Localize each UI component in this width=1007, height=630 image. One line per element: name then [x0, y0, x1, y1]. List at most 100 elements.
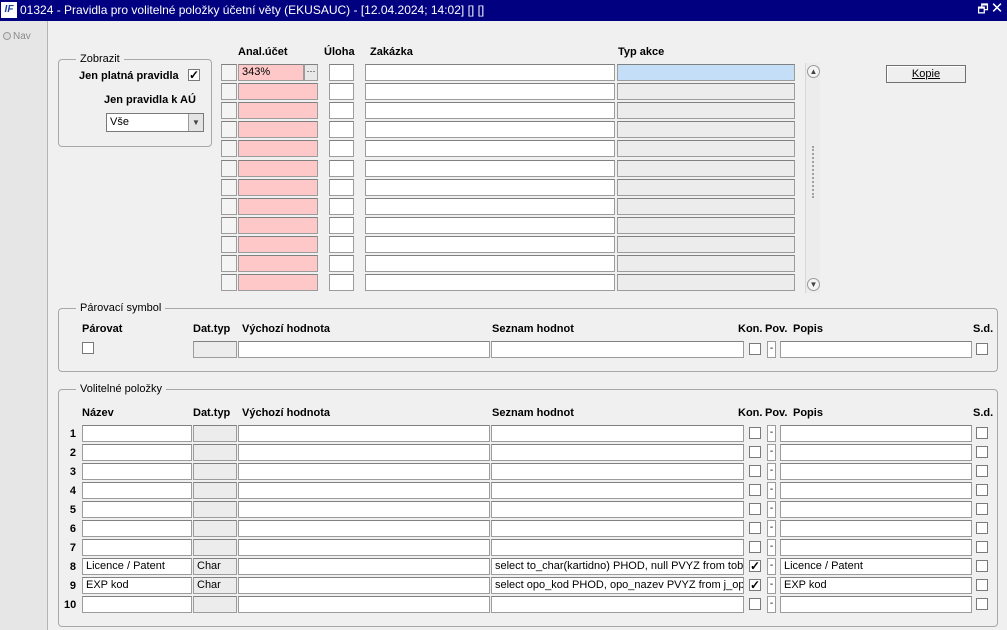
typ-akce-field[interactable]	[617, 179, 795, 196]
pov-field[interactable]: -	[767, 539, 776, 556]
record-indicator[interactable]	[221, 274, 237, 291]
pov-field[interactable]: -	[767, 482, 776, 499]
restore-window-icon[interactable]: 🗗	[977, 2, 989, 16]
sd-checkbox[interactable]	[976, 560, 988, 572]
seznam-hodnot-field[interactable]	[491, 501, 744, 518]
parovaci-popis-field[interactable]	[780, 341, 972, 358]
typ-akce-field[interactable]	[617, 198, 795, 215]
dat-typ-field[interactable]	[193, 501, 237, 518]
sd-checkbox[interactable]	[976, 522, 988, 534]
typ-akce-field[interactable]	[617, 255, 795, 272]
jen-platna-checkbox[interactable]: ✓	[188, 69, 200, 81]
kon-checkbox[interactable]	[749, 465, 761, 477]
popis-field[interactable]: Licence / Patent	[780, 558, 972, 575]
kon-checkbox[interactable]	[749, 427, 761, 439]
record-indicator[interactable]	[221, 179, 237, 196]
zakazka-field[interactable]	[365, 160, 615, 177]
nazev-field[interactable]	[82, 520, 192, 537]
record-indicator[interactable]	[221, 236, 237, 253]
typ-akce-field[interactable]	[617, 121, 795, 138]
anal-ucet-field[interactable]	[238, 83, 318, 100]
anal-ucet-field[interactable]	[238, 198, 318, 215]
seznam-hodnot-field[interactable]	[491, 444, 744, 461]
record-indicator[interactable]	[221, 198, 237, 215]
anal-ucet-field[interactable]	[238, 121, 318, 138]
parovaci-dat-typ-field[interactable]	[193, 341, 237, 358]
chevron-down-icon[interactable]: ▼	[188, 114, 203, 131]
zakazka-field[interactable]	[365, 236, 615, 253]
record-indicator[interactable]	[221, 160, 237, 177]
uloha-field[interactable]	[329, 217, 354, 234]
uloha-field[interactable]	[329, 64, 354, 81]
vychozi-hodnota-field[interactable]	[238, 596, 490, 613]
anal-ucet-field[interactable]	[238, 160, 318, 177]
nazev-field[interactable]: Licence / Patent	[82, 558, 192, 575]
parovaci-sd-checkbox[interactable]	[976, 343, 988, 355]
popis-field[interactable]: EXP kod	[780, 577, 972, 594]
zakazka-field[interactable]	[365, 179, 615, 196]
seznam-hodnot-field[interactable]: select opo_kod PHOD, opo_nazev PVYZ from…	[491, 577, 744, 594]
typ-akce-field[interactable]	[617, 140, 795, 157]
typ-akce-field[interactable]	[617, 160, 795, 177]
nav-button[interactable]: Nav	[3, 31, 31, 42]
close-window-icon[interactable]: ✕	[990, 1, 1004, 17]
kon-checkbox[interactable]	[749, 503, 761, 515]
sd-checkbox[interactable]	[976, 446, 988, 458]
parovaci-kon-checkbox[interactable]	[749, 343, 761, 355]
nazev-field[interactable]	[82, 482, 192, 499]
vychozi-hodnota-field[interactable]	[238, 482, 490, 499]
record-indicator[interactable]	[221, 217, 237, 234]
anal-ucet-field[interactable]	[238, 255, 318, 272]
uloha-field[interactable]	[329, 236, 354, 253]
parovat-checkbox[interactable]	[82, 342, 94, 354]
vychozi-hodnota-field[interactable]	[238, 425, 490, 442]
nazev-field[interactable]: EXP kod	[82, 577, 192, 594]
kon-checkbox[interactable]: ✓	[749, 560, 761, 572]
sd-checkbox[interactable]	[976, 579, 988, 591]
uloha-field[interactable]	[329, 121, 354, 138]
nazev-field[interactable]	[82, 425, 192, 442]
pov-field[interactable]: -	[767, 463, 776, 480]
popis-field[interactable]	[780, 501, 972, 518]
zakazka-field[interactable]	[365, 217, 615, 234]
kon-checkbox[interactable]	[749, 598, 761, 610]
zakazka-field[interactable]	[365, 121, 615, 138]
lov-ellipsis-icon[interactable]: ···	[304, 64, 318, 81]
dat-typ-field[interactable]	[193, 444, 237, 461]
popis-field[interactable]	[780, 596, 972, 613]
record-indicator[interactable]	[221, 140, 237, 157]
popis-field[interactable]	[780, 463, 972, 480]
record-indicator[interactable]	[221, 64, 237, 81]
record-indicator[interactable]	[221, 102, 237, 119]
jen-au-select[interactable]: Vše ▼	[106, 113, 204, 132]
seznam-hodnot-field[interactable]	[491, 482, 744, 499]
zakazka-field[interactable]	[365, 274, 615, 291]
parovaci-seznam-field[interactable]	[491, 341, 744, 358]
vychozi-hodnota-field[interactable]	[238, 558, 490, 575]
popis-field[interactable]	[780, 520, 972, 537]
uloha-field[interactable]	[329, 160, 354, 177]
nazev-field[interactable]	[82, 444, 192, 461]
typ-akce-field[interactable]	[617, 64, 795, 81]
dat-typ-field[interactable]	[193, 425, 237, 442]
vychozi-hodnota-field[interactable]	[238, 463, 490, 480]
typ-akce-field[interactable]	[617, 83, 795, 100]
pov-field[interactable]: -	[767, 520, 776, 537]
nazev-field[interactable]	[82, 501, 192, 518]
dat-typ-field[interactable]: Char	[193, 558, 237, 575]
seznam-hodnot-field[interactable]	[491, 596, 744, 613]
anal-ucet-field[interactable]	[238, 274, 318, 291]
dat-typ-field[interactable]	[193, 520, 237, 537]
popis-field[interactable]	[780, 444, 972, 461]
parovaci-pov-field[interactable]: -	[767, 341, 776, 358]
kon-checkbox[interactable]: ✓	[749, 579, 761, 591]
record-indicator[interactable]	[221, 255, 237, 272]
seznam-hodnot-field[interactable]: select to_char(kartidno) PHOD, null PVYZ…	[491, 558, 744, 575]
dat-typ-field[interactable]	[193, 596, 237, 613]
pov-field[interactable]: -	[767, 577, 776, 594]
sd-checkbox[interactable]	[976, 598, 988, 610]
seznam-hodnot-field[interactable]	[491, 463, 744, 480]
pov-field[interactable]: -	[767, 444, 776, 461]
popis-field[interactable]	[780, 425, 972, 442]
pov-field[interactable]: -	[767, 558, 776, 575]
